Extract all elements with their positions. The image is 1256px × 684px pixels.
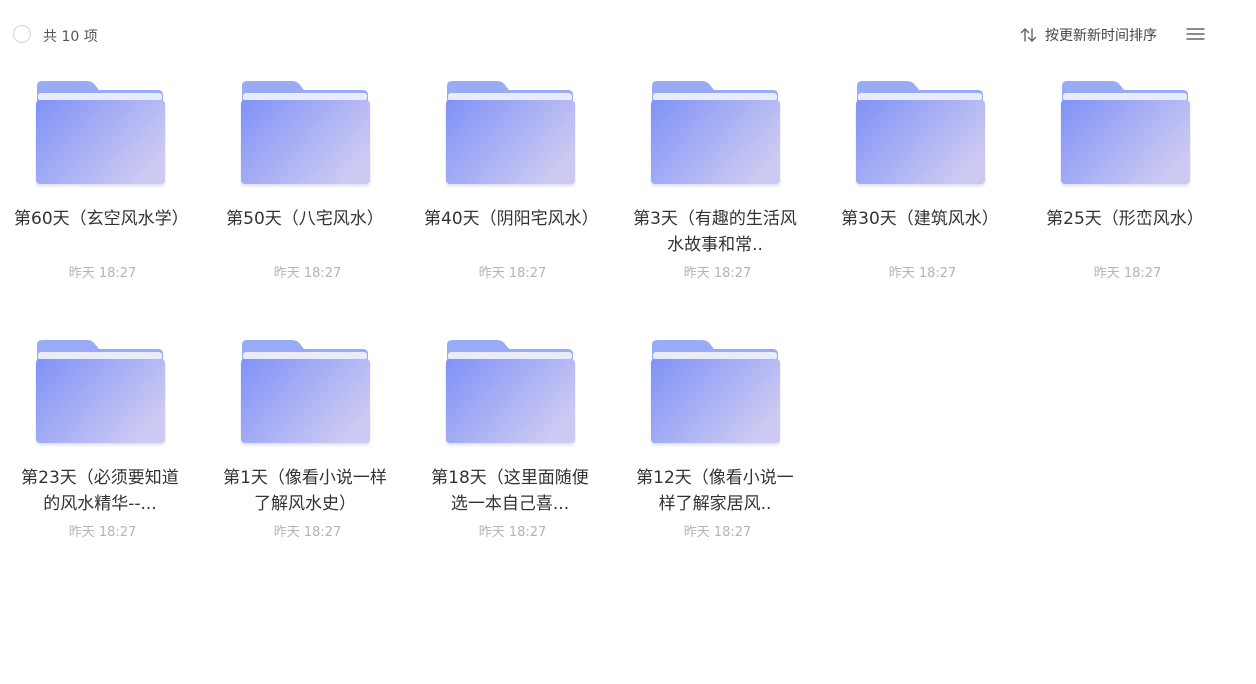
folder-item[interactable]: 第12天（像看小说一样了解家居风.. 昨天 18:27 xyxy=(615,327,820,586)
folder-icon xyxy=(240,339,371,447)
toolbar: 共 10 项 按更新新时间排序 xyxy=(0,0,1256,68)
folder-grid: 第60天（玄空风水学） 昨天 18:27 第50天（八宅风水） 昨天 18:27 第40… xyxy=(0,68,1256,586)
folder-name: 第12天（像看小说一样了解家居风.. xyxy=(636,468,794,514)
folder-icon xyxy=(445,339,576,447)
folder-name: 第18天（这里面随便选一本自己喜... xyxy=(431,468,589,514)
folder-name: 第3天（有趣的生活风水故事和常.. xyxy=(633,209,797,255)
folder-date: 昨天 18:27 xyxy=(478,266,547,281)
folder-item[interactable]: 第3天（有趣的生活风水故事和常.. 昨天 18:27 xyxy=(615,68,820,327)
select-all-checkbox[interactable] xyxy=(13,25,31,43)
folder-date: 昨天 18:27 xyxy=(68,266,137,281)
folder-icon xyxy=(35,339,166,447)
view-menu-button[interactable] xyxy=(1186,26,1205,42)
folder-name: 第60天（玄空风水学） xyxy=(14,209,186,229)
sort-arrows-icon xyxy=(1020,27,1038,43)
list-menu-icon xyxy=(1186,26,1205,42)
folder-date: 昨天 18:27 xyxy=(683,525,752,540)
folder-name: 第23天（必须要知道的风水精华--... xyxy=(21,468,179,514)
folder-item[interactable]: 第30天（建筑风水） 昨天 18:27 xyxy=(820,68,1025,327)
folder-name: 第40天（阴阳宅风水） xyxy=(424,209,596,229)
folder-item[interactable]: 第23天（必须要知道的风水精华--... 昨天 18:27 xyxy=(0,327,205,586)
folder-icon xyxy=(650,80,781,188)
sort-button[interactable]: 按更新新时间排序 xyxy=(1020,25,1157,45)
folder-item[interactable]: 第25天（形峦风水） 昨天 18:27 xyxy=(1025,68,1230,327)
folder-date: 昨天 18:27 xyxy=(273,525,342,540)
folder-date: 昨天 18:27 xyxy=(478,525,547,540)
folder-icon xyxy=(240,80,371,188)
item-count-label: 共 10 项 xyxy=(43,29,98,45)
folder-name: 第50天（八宅风水） xyxy=(226,209,384,229)
folder-date: 昨天 18:27 xyxy=(273,266,342,281)
folder-icon xyxy=(445,80,576,188)
sort-label: 按更新新时间排序 xyxy=(1045,28,1157,44)
folder-date: 昨天 18:27 xyxy=(683,266,752,281)
folder-icon xyxy=(35,80,166,188)
folder-item[interactable]: 第50天（八宅风水） 昨天 18:27 xyxy=(205,68,410,327)
folder-item[interactable]: 第60天（玄空风水学） 昨天 18:27 xyxy=(0,68,205,327)
folder-item[interactable]: 第1天（像看小说一样了解风水史） 昨天 18:27 xyxy=(205,327,410,586)
folder-name: 第1天（像看小说一样了解风水史） xyxy=(223,468,387,514)
folder-item[interactable]: 第40天（阴阳宅风水） 昨天 18:27 xyxy=(410,68,615,327)
folder-icon xyxy=(1060,80,1191,188)
folder-icon xyxy=(855,80,986,188)
folder-date: 昨天 18:27 xyxy=(68,525,137,540)
folder-icon xyxy=(650,339,781,447)
folder-item[interactable]: 第18天（这里面随便选一本自己喜... 昨天 18:27 xyxy=(410,327,615,586)
folder-date: 昨天 18:27 xyxy=(888,266,957,281)
folder-name: 第25天（形峦风水） xyxy=(1046,209,1204,229)
folder-name: 第30天（建筑风水） xyxy=(841,209,999,229)
folder-date: 昨天 18:27 xyxy=(1093,266,1162,281)
